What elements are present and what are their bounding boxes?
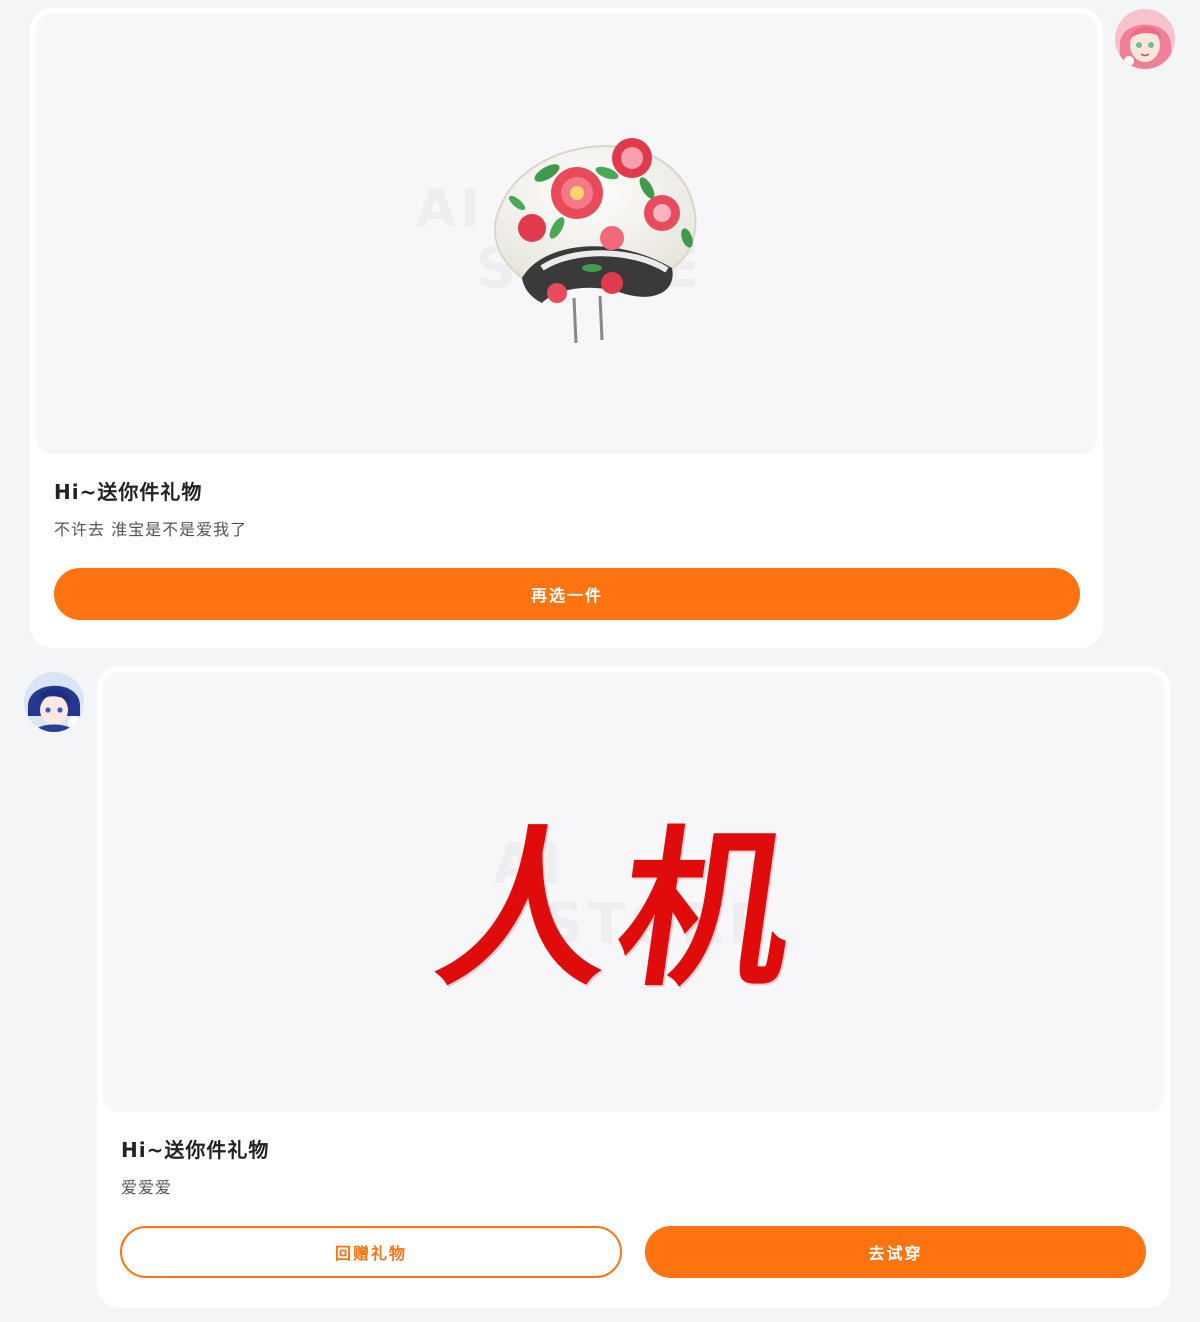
floral-headband-icon bbox=[493, 138, 697, 344]
anime-girl-avatar-icon[interactable] bbox=[1115, 9, 1175, 69]
try-on-button[interactable]: 去试穿 bbox=[645, 1226, 1146, 1278]
avatar-image bbox=[24, 672, 84, 732]
gift-image-calligraphy[interactable]: AI STORE 人机 bbox=[103, 672, 1164, 1112]
anime-boy-avatar-icon[interactable] bbox=[24, 672, 84, 732]
gift-image-floral-headband[interactable]: AI STORE bbox=[36, 14, 1097, 454]
calligraphy-text-image: 人机 bbox=[426, 810, 815, 1010]
gift-card-message: 爱爱爱 bbox=[121, 1178, 173, 1197]
gift-card-received: AI STORE bbox=[30, 8, 1103, 648]
gift-card-sent: AI STORE 人机 Hi~送你件礼物 爱爱爱 回赠礼物 去试穿 bbox=[97, 666, 1170, 1308]
avatar-image bbox=[1115, 9, 1175, 69]
gift-card-title: Hi~送你件礼物 bbox=[121, 1138, 270, 1162]
return-gift-button[interactable]: 回赠礼物 bbox=[120, 1226, 622, 1278]
gift-card-message: 不许去 淮宝是不是爱我了 bbox=[54, 520, 248, 539]
choose-again-button[interactable]: 再选一件 bbox=[54, 568, 1080, 620]
gift-card-title: Hi~送你件礼物 bbox=[54, 480, 203, 504]
